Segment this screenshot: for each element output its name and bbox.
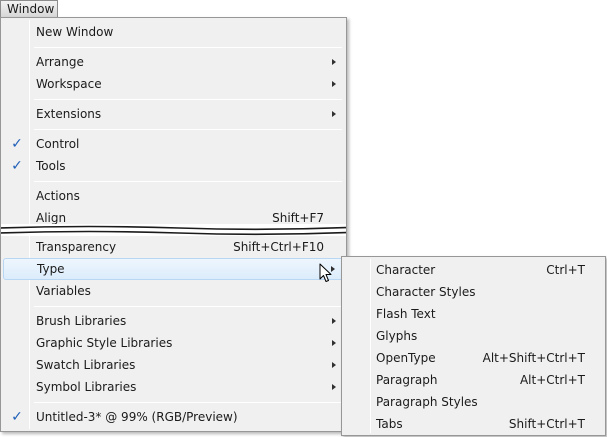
submenu-item-opentype[interactable]: OpenType Alt+Shift+Ctrl+T xyxy=(342,347,605,369)
submenu-item-paragraph-styles[interactable]: Paragraph Styles xyxy=(342,391,605,413)
type-submenu: Character Ctrl+T Character Styles Flash … xyxy=(341,256,606,436)
chevron-right-icon xyxy=(332,59,336,65)
menu-item-brush-libraries[interactable]: Brush Libraries xyxy=(3,310,344,332)
menu-item-label: Swatch Libraries xyxy=(36,358,136,372)
submenu-item-flash-text[interactable]: Flash Text xyxy=(342,303,605,325)
menu-item-label: Arrange xyxy=(36,55,84,69)
menu-item-label: Graphic Style Libraries xyxy=(36,336,173,350)
window-menu-title[interactable]: Window xyxy=(0,0,58,18)
menu-item-shortcut: Shift+Ctrl+F10 xyxy=(233,240,324,254)
submenu-item-paragraph[interactable]: Paragraph Alt+Ctrl+T xyxy=(342,369,605,391)
chevron-right-icon xyxy=(332,384,336,390)
menu-item-document-window[interactable]: ✓ Untitled-3* @ 99% (RGB/Preview) xyxy=(3,406,344,428)
menu-item-arrange[interactable]: Arrange xyxy=(3,51,344,73)
menu-item-symbol-libraries[interactable]: Symbol Libraries xyxy=(3,376,344,398)
menu-item-tools[interactable]: ✓ Tools xyxy=(3,155,344,177)
submenu-item-label: Paragraph xyxy=(376,373,438,387)
chevron-right-icon xyxy=(332,81,336,87)
submenu-item-shortcut: Alt+Shift+Ctrl+T xyxy=(482,351,585,365)
menu-item-extensions[interactable]: Extensions xyxy=(3,103,344,125)
submenu-item-glyphs[interactable]: Glyphs xyxy=(342,325,605,347)
menu-separator xyxy=(34,402,342,403)
submenu-item-character[interactable]: Character Ctrl+T xyxy=(342,259,605,281)
chevron-right-icon xyxy=(332,340,336,346)
menu-item-variables[interactable]: Variables xyxy=(3,280,344,302)
submenu-item-shortcut: Ctrl+T xyxy=(546,263,585,277)
window-menu-dropdown: New Window Arrange Workspace Extensions … xyxy=(0,17,347,432)
chevron-right-icon xyxy=(332,318,336,324)
checkmark-icon: ✓ xyxy=(11,136,23,152)
chevron-right-icon xyxy=(332,362,336,368)
menu-item-label: Brush Libraries xyxy=(36,314,127,328)
menu-separator xyxy=(34,47,342,48)
submenu-item-label: Glyphs xyxy=(376,329,418,343)
checkmark-icon: ✓ xyxy=(11,158,23,174)
mouse-pointer-icon xyxy=(319,263,332,282)
menu-item-label: Untitled-3* @ 99% (RGB/Preview) xyxy=(36,410,238,424)
menu-separator xyxy=(34,306,342,307)
menu-item-control[interactable]: ✓ Control xyxy=(3,133,344,155)
menu-item-label: Type xyxy=(37,262,65,276)
menu-item-new-window[interactable]: New Window xyxy=(3,21,344,43)
menu-item-transparency[interactable]: Transparency Shift+Ctrl+F10 xyxy=(3,236,344,258)
menu-item-label: Transparency xyxy=(36,240,117,254)
menu-item-label: Workspace xyxy=(36,77,102,91)
menu-item-label: Symbol Libraries xyxy=(36,380,137,394)
menu-item-label: Control xyxy=(36,137,80,151)
submenu-item-label: Paragraph Styles xyxy=(376,395,478,409)
menu-item-actions[interactable]: Actions xyxy=(3,185,344,207)
submenu-item-shortcut: Shift+Ctrl+T xyxy=(508,417,585,431)
menu-item-label: Actions xyxy=(36,189,80,203)
torn-edge-divider xyxy=(1,224,346,236)
checkmark-icon: ✓ xyxy=(11,409,23,425)
menu-item-label: New Window xyxy=(36,25,114,39)
menu-item-type[interactable]: Type xyxy=(3,258,344,280)
menu-item-graphic-style-libraries[interactable]: Graphic Style Libraries xyxy=(3,332,344,354)
submenu-item-tabs[interactable]: Tabs Shift+Ctrl+T xyxy=(342,413,605,435)
menu-separator xyxy=(34,99,342,100)
chevron-right-icon xyxy=(332,111,336,117)
submenu-item-label: Flash Text xyxy=(376,307,436,321)
menu-item-label: Extensions xyxy=(36,107,102,121)
submenu-item-label: OpenType xyxy=(376,351,436,365)
menu-item-swatch-libraries[interactable]: Swatch Libraries xyxy=(3,354,344,376)
menu-separator xyxy=(34,181,342,182)
submenu-item-shortcut: Alt+Ctrl+T xyxy=(519,373,585,387)
menu-item-workspace[interactable]: Workspace xyxy=(3,73,344,95)
submenu-item-character-styles[interactable]: Character Styles xyxy=(342,281,605,303)
submenu-item-label: Character Styles xyxy=(376,285,476,299)
menu-item-label: Variables xyxy=(36,284,91,298)
menu-separator xyxy=(34,129,342,130)
submenu-item-label: Tabs xyxy=(376,417,403,431)
menu-item-label: Tools xyxy=(36,159,66,173)
submenu-item-label: Character xyxy=(376,263,436,277)
